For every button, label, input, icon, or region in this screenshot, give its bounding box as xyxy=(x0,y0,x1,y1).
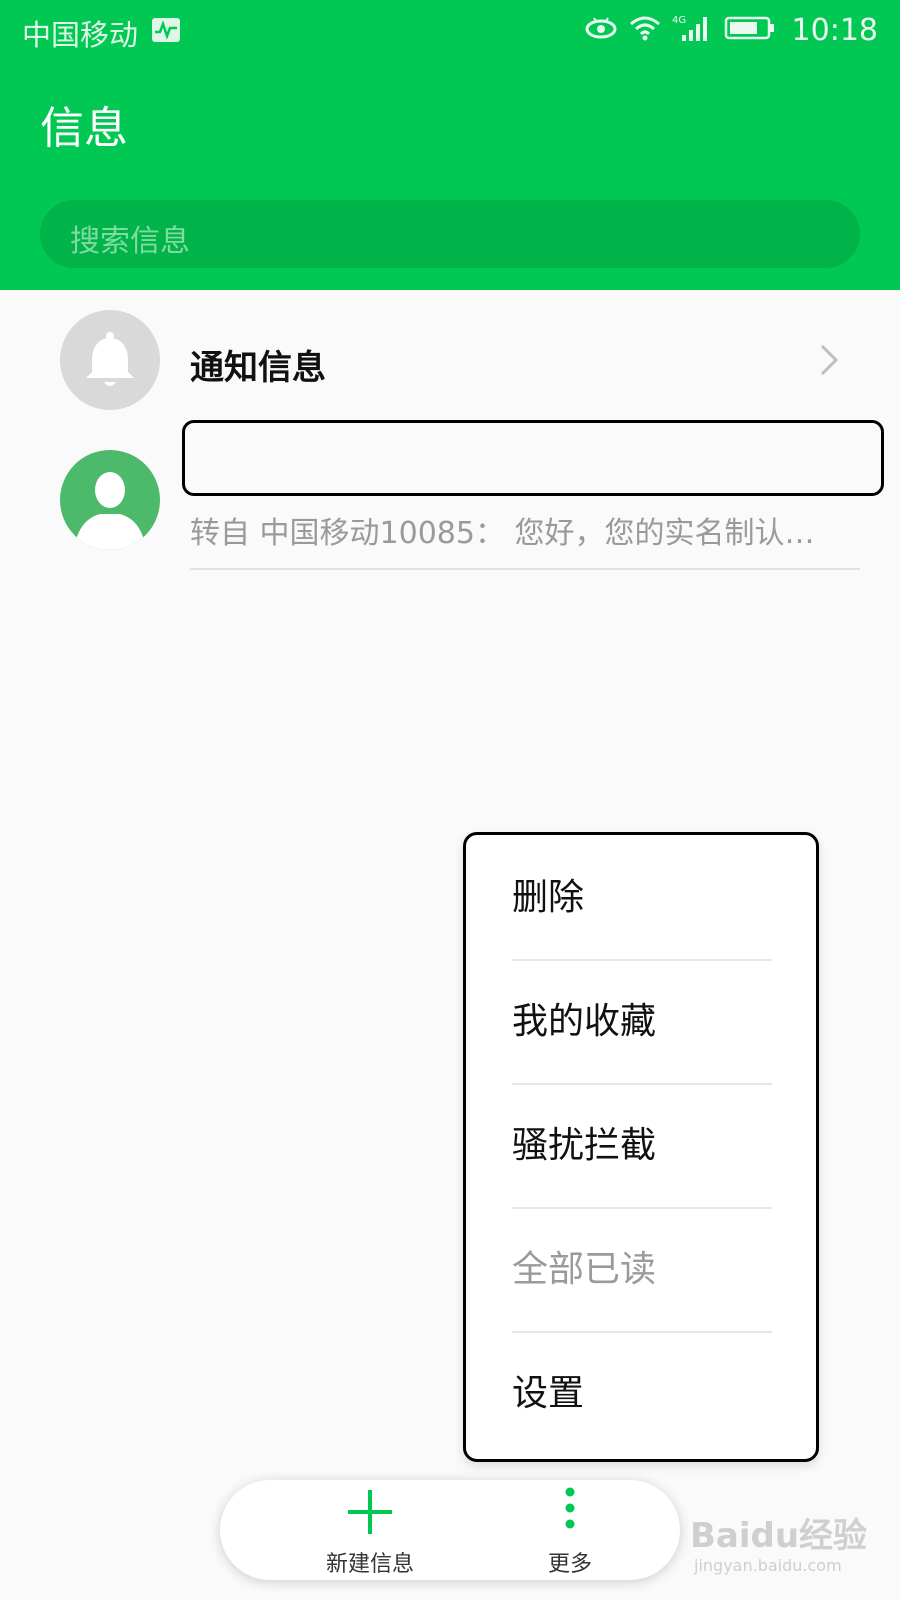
page-title: 信息 xyxy=(40,103,128,154)
more-vertical-icon xyxy=(562,1486,578,1540)
person-icon xyxy=(60,450,160,550)
watermark-logo-text: Baidu经验 xyxy=(690,1516,868,1556)
menu-item-settings[interactable]: 设置 xyxy=(512,1331,772,1457)
search-placeholder: 搜索信息 xyxy=(70,224,190,259)
activity-icon xyxy=(152,18,180,42)
eye-icon xyxy=(584,15,618,45)
new-message-label: 新建信息 xyxy=(325,1552,414,1577)
new-message-button[interactable]: 新建信息 xyxy=(270,1480,470,1580)
battery-icon xyxy=(724,15,776,45)
conversation-title: 通知信息 xyxy=(190,348,326,388)
menu-item-spam-block[interactable]: 骚扰拦截 xyxy=(512,1083,772,1209)
status-bar: 中国移动 4G 10:18 xyxy=(0,0,900,62)
redacted-sender-name xyxy=(182,420,884,496)
search-input[interactable]: 搜索信息 xyxy=(40,200,860,268)
bottom-action-bar: 新建信息 更多 xyxy=(220,1480,680,1580)
clock: 10:18 xyxy=(791,12,878,48)
carrier-label: 中国移动 xyxy=(22,18,139,52)
wifi-icon xyxy=(628,14,662,46)
message-preview: 转自 中国移动10085： 您好，您的实名制认… xyxy=(190,516,815,551)
menu-item-favorites[interactable]: 我的收藏 xyxy=(512,959,772,1085)
list-item-conversation[interactable]: 转自 中国移动10085： 您好，您的实名制认… xyxy=(0,420,900,580)
menu-item-mark-all-read[interactable]: 全部已读 xyxy=(512,1207,772,1333)
list-item-notifications[interactable]: 通知信息 xyxy=(0,310,900,420)
plus-icon xyxy=(346,1488,394,1540)
more-button[interactable]: 更多 xyxy=(470,1480,670,1580)
app-header: 中国移动 4G 10:18 信息 搜索信息 xyxy=(0,0,900,290)
menu-item-delete[interactable]: 删除 xyxy=(512,835,772,961)
signal-icon: 4G xyxy=(672,13,714,47)
list-divider xyxy=(190,568,860,570)
messages-screen: 中国移动 4G 10:18 信息 搜索信息 通知信息 转自 中国移动10085：… xyxy=(0,0,900,1600)
status-icons: 4G 10:18 xyxy=(584,10,878,50)
chevron-right-icon xyxy=(818,342,840,382)
network-type-label: 4G xyxy=(672,15,686,26)
watermark-url: jingyan.baidu.com xyxy=(694,1556,842,1575)
overflow-menu: 删除 我的收藏 骚扰拦截 全部已读 设置 xyxy=(463,832,819,1462)
bell-icon xyxy=(60,310,160,410)
more-label: 更多 xyxy=(547,1552,592,1577)
watermark: Baidu经验 jingyan.baidu.com xyxy=(690,1508,880,1588)
